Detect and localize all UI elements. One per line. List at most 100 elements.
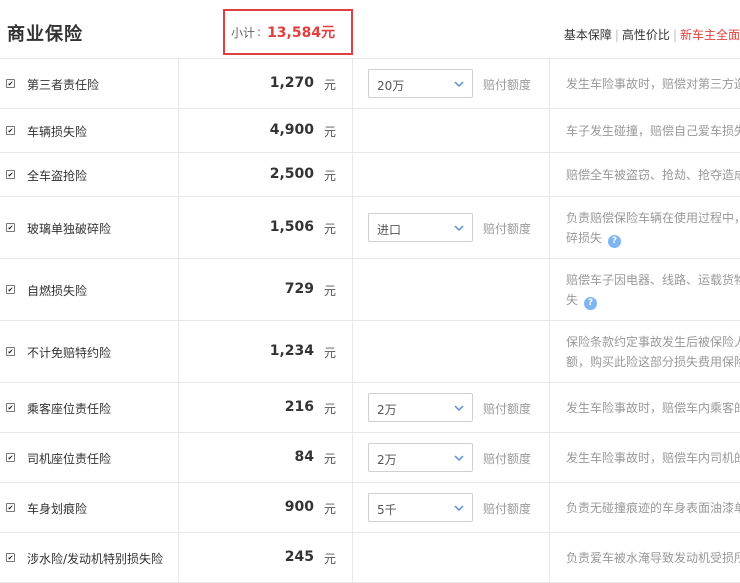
insurance-description: 赔偿全车被盗窃、抢劫、抢夺造成 [566,165,740,185]
insurance-checkbox[interactable]: ✔ [6,126,15,135]
column-divider [352,383,353,432]
coverage-select-value: 20万 [377,79,405,93]
column-divider [352,109,353,152]
column-divider [178,483,179,532]
column-divider [178,533,179,582]
insurance-price: 900 [284,499,314,515]
page-title: 商业保险 [7,24,83,45]
price-unit: 元 [324,78,337,92]
insurance-row: ✔ 不计免赔特约险 1,234 元 保险条款约定事故发生后被保险人 额，购买此险这部分损失… [0,321,740,383]
description-line: 负责赔偿保险车辆在使用过程中， [566,211,740,225]
column-divider [549,433,550,482]
column-divider [549,483,550,532]
price-unit: 元 [324,346,337,360]
column-divider [178,259,179,320]
checkmark-icon: ✔ [7,454,14,462]
insurance-name: 车身划痕险 [27,502,88,516]
filter-basic[interactable]: 基本保障 [564,28,612,42]
insurance-name: 车辆损失险 [27,125,88,139]
column-divider [352,533,353,582]
insurance-description: 负责赔偿保险车辆在使用过程中， 碎损失? [566,208,740,248]
insurance-description: 保险条款约定事故发生后被保险人 额，购买此险这部分损失费用保险 [566,332,740,372]
insurance-description: 发生车险事故时，赔偿车内乘客的 [566,398,740,418]
description-line: 保险条款约定事故发生后被保险人 [566,335,740,349]
insurance-description: 负责无碰撞痕迹的车身表面油漆单 [566,498,740,518]
column-divider [352,259,353,320]
insurance-checkbox[interactable]: ✔ [6,79,15,88]
insurance-checkbox[interactable]: ✔ [6,347,15,356]
insurance-name: 乘客座位责任险 [27,402,112,416]
price-unit: 元 [324,284,337,298]
insurance-checkbox[interactable]: ✔ [6,170,15,179]
filter-new-owner[interactable]: 新车主全面 [680,28,740,42]
filter-value[interactable]: 高性价比 [622,28,670,42]
coverage-label: 赔付额度 [483,222,532,236]
question-circle-icon[interactable]: ? [608,235,622,248]
description-line: 失 [566,293,579,307]
checkmark-icon: ✔ [7,224,14,232]
coverage-label: 赔付额度 [483,452,532,466]
price-unit: 元 [324,552,337,566]
subtotal-label: 小计 [231,25,256,40]
coverage-label: 赔付额度 [483,402,532,416]
insurance-checkbox[interactable]: ✔ [6,453,15,462]
price-unit: 元 [324,125,337,139]
description-line: 赔偿车子因电器、线路、运载货物 [566,273,740,287]
insurance-checkbox[interactable]: ✔ [6,553,15,562]
insurance-price: 245 [284,549,314,565]
checkmark-icon: ✔ [7,127,14,135]
insurance-checkbox[interactable]: ✔ [6,503,15,512]
column-divider [549,109,550,152]
insurance-price: 84 [294,449,314,465]
coverage-select[interactable]: 2万 [368,443,473,472]
column-divider [178,109,179,152]
description-line: 赔偿全车被盗窃、抢劫、抢夺造成 [566,168,740,182]
checkmark-icon: ✔ [7,286,14,294]
column-divider [352,59,353,108]
insurance-checkbox[interactable]: ✔ [6,285,15,294]
description-line: 车子发生碰撞，赔偿自己爱车损失 [566,124,740,138]
insurance-checkbox[interactable]: ✔ [6,403,15,412]
insurance-price: 1,270 [269,75,314,91]
coverage-select[interactable]: 5千 [368,493,473,522]
insurance-name: 自燃损失险 [27,284,88,298]
column-divider [549,321,550,382]
coverage-select[interactable]: 进口 [368,213,473,242]
insurance-name: 涉水险/发动机特别损失险 [27,552,164,566]
chevron-down-icon [454,81,464,88]
price-unit: 元 [324,452,337,466]
coverage-select[interactable]: 20万 [368,69,473,98]
insurance-description: 赔偿车子因电器、线路、运载货物失? [566,270,740,310]
insurance-price: 216 [284,399,314,415]
insurance-row: ✔ 乘客座位责任险 216 元 2万 赔付额度 发生车险事故时，赔偿车内乘客的 [0,383,740,433]
insurance-name: 司机座位责任险 [27,452,112,466]
description-line: 发生车险事故时，赔偿车内司机的 [566,451,740,465]
subtotal-separator: : [257,25,262,39]
column-divider [549,59,550,108]
insurance-row: ✔ 自燃损失险 729 元 赔偿车子因电器、线路、运载货物失? [0,259,740,321]
column-divider [178,197,179,258]
insurance-checkbox[interactable]: ✔ [6,223,15,232]
question-circle-icon[interactable]: ? [584,297,598,310]
subtotal-value: 13,584元 [267,25,336,41]
chevron-down-icon [454,505,464,512]
insurance-description: 负责爱车被水淹导致发动机受损所 [566,548,740,568]
coverage-select-value: 进口 [377,223,402,237]
column-divider [549,197,550,258]
insurance-name: 不计免赔特约险 [27,346,112,360]
coverage-select[interactable]: 2万 [368,393,473,422]
checkmark-icon: ✔ [7,554,14,562]
plan-filter-tabs: 基本保障 | 高性价比 | 新车主全面 [563,28,740,42]
price-unit: 元 [324,222,337,236]
column-divider [352,153,353,196]
insurance-description: 发生车险事故时，赔偿对第三方造 [566,74,740,94]
insurance-description: 发生车险事故时，赔偿车内司机的 [566,448,740,468]
checkmark-icon: ✔ [7,504,14,512]
insurance-name: 第三者责任险 [27,78,100,92]
commercial-insurance-header: 商业保险 小计 : 13,584元 基本保障 | 高性价比 | 新车主全面 [0,0,740,59]
insurance-name: 玻璃单独破碎险 [27,222,112,236]
description-line: 负责爱车被水淹导致发动机受损所 [566,551,740,565]
description-line: 发生车险事故时，赔偿车内乘客的 [566,401,740,415]
column-divider [178,59,179,108]
column-divider [352,321,353,382]
